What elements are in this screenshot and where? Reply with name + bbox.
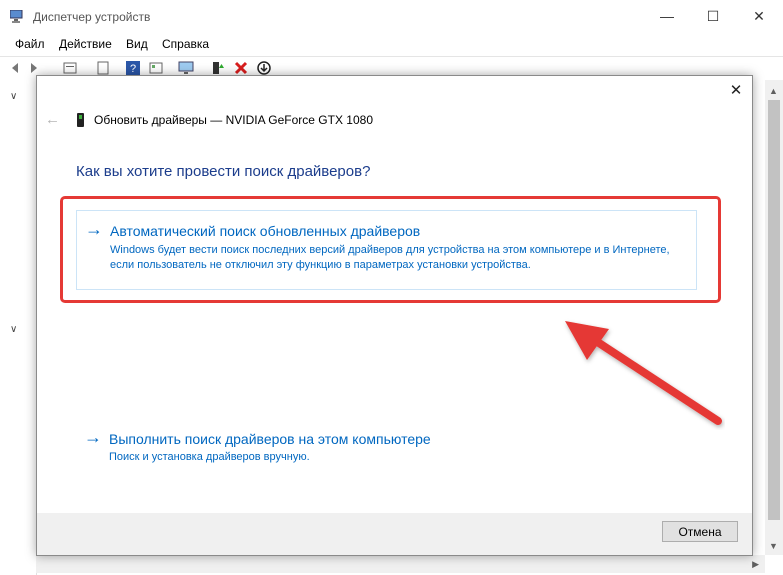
arrow-right-icon: → — [84, 427, 102, 447]
scroll-up-icon[interactable]: ▲ — [769, 86, 778, 96]
device-view-icon[interactable] — [148, 60, 164, 76]
window-title: Диспетчер устройств — [33, 10, 151, 24]
horizontal-scrollbar[interactable]: ▶ — [36, 555, 765, 573]
maximize-button[interactable]: ☐ — [690, 0, 736, 33]
properties-icon[interactable] — [62, 60, 78, 76]
menu-file[interactable]: Файл — [15, 37, 45, 51]
dialog-title: Обновить драйверы — NVIDIA GeForce GTX 1… — [94, 113, 373, 127]
vertical-scrollbar[interactable]: ▲ ▼ — [765, 80, 783, 555]
close-window-button[interactable]: ✕ — [736, 0, 782, 33]
svg-text:?: ? — [130, 63, 136, 75]
back-arrow-icon[interactable]: ← — [45, 111, 60, 128]
expand-chevron-icon[interactable]: ∨ — [10, 325, 20, 335]
expand-chevron-icon[interactable]: ∨ — [10, 92, 20, 102]
cancel-button[interactable]: Отмена — [662, 521, 738, 542]
monitor-icon[interactable] — [178, 60, 194, 76]
scroll-right-icon[interactable]: ▶ — [752, 559, 759, 570]
scroll-down-icon[interactable]: ▼ — [769, 541, 778, 551]
menu-view[interactable]: Вид — [126, 37, 148, 51]
update-driver-icon[interactable] — [209, 60, 225, 76]
menu-help[interactable]: Справка — [162, 37, 209, 51]
forward-arrow-icon[interactable] — [25, 60, 41, 76]
minimize-button[interactable]: — — [644, 0, 690, 33]
menu-bar: Файл Действие Вид Справка — [0, 33, 783, 55]
manual-search-title: Выполнить поиск драйверов на этом компью… — [109, 431, 431, 447]
title-bar: Диспетчер устройств — ☐ ✕ — [0, 0, 783, 33]
document-icon[interactable] — [95, 60, 111, 76]
annotation-highlight-box — [60, 196, 721, 303]
disable-device-icon[interactable] — [256, 60, 272, 76]
gpu-device-icon — [77, 113, 84, 127]
device-tree: ∨ ∨ — [0, 80, 37, 575]
uninstall-red-x-icon[interactable] — [233, 60, 249, 76]
dialog-footer: Отмена — [37, 513, 752, 555]
device-manager-icon — [10, 10, 23, 23]
dialog-question: Как вы хотите провести поиск драйверов? — [76, 163, 371, 180]
manual-search-description: Поиск и установка драйверов вручную. — [109, 451, 310, 463]
back-arrow-icon[interactable] — [8, 60, 24, 76]
menu-action[interactable]: Действие — [59, 37, 112, 51]
help-icon[interactable]: ? — [125, 60, 141, 76]
scrollbar-thumb[interactable] — [768, 100, 780, 520]
annotation-arrow-icon — [565, 321, 722, 425]
dialog-close-button[interactable]: ✕ — [723, 79, 749, 103]
